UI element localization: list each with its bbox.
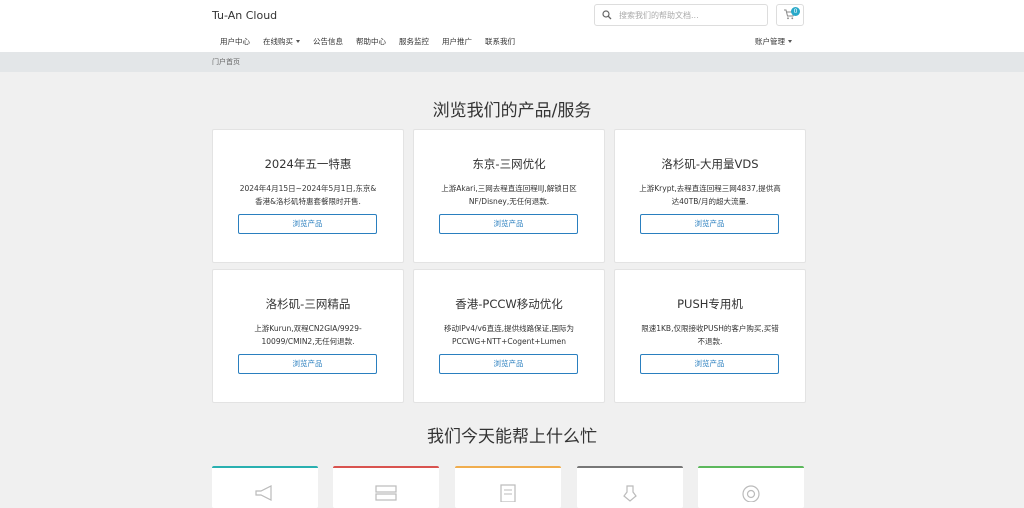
- browse-product-button[interactable]: 浏览产品: [238, 214, 377, 234]
- help-card-account[interactable]: [577, 466, 683, 508]
- help-card-docs[interactable]: [455, 466, 561, 508]
- product-title: 洛杉矶-三网精品: [265, 297, 351, 311]
- nav-label: 用户推广: [442, 37, 472, 46]
- help-card-support[interactable]: [698, 466, 804, 508]
- server-icon: [375, 485, 397, 501]
- help-section-title: 我们今天能帮上什么忙: [427, 427, 597, 447]
- breadcrumb[interactable]: 门户首页: [212, 57, 240, 67]
- search-input[interactable]: [617, 7, 765, 23]
- product-title: 洛杉矶-大用量VDS: [661, 157, 759, 171]
- nav-user-center[interactable]: 用户中心: [220, 36, 250, 47]
- nav-label: 服务监控: [399, 37, 429, 46]
- account-label: 账户管理: [755, 37, 785, 46]
- nav-help-center[interactable]: 帮助中心: [356, 36, 386, 47]
- nav-label: 帮助中心: [356, 37, 386, 46]
- help-card-announcements[interactable]: [212, 466, 318, 508]
- user-tie-icon: [623, 485, 637, 502]
- product-description: 上游Akari,三网去程直连回程IIJ,解锁日区NF/Disney,无任何退款.: [441, 184, 577, 206]
- nav-label: 在线购买: [263, 37, 293, 46]
- browse-product-button[interactable]: 浏览产品: [439, 214, 578, 234]
- cart-button[interactable]: 0: [776, 4, 804, 26]
- product-card: 东京-三网优化 上游Akari,三网去程直连回程IIJ,解锁日区NF/Disne…: [413, 129, 605, 263]
- nav-label: 公告信息: [313, 37, 343, 46]
- nav-contact-us[interactable]: 联系我们: [485, 36, 515, 47]
- cart-count-badge: 0: [791, 7, 800, 16]
- products-section-title: 浏览我们的产品/服务: [432, 101, 592, 121]
- main-nav: 用户中心 在线购买 公告信息 帮助中心 服务监控 用户推广 联系我们: [220, 36, 528, 47]
- brand-logo[interactable]: Tu-An Cloud: [212, 9, 277, 22]
- top-header: Tu-An Cloud 0 用户中心 在线购买 公告信息 帮助中心 服务监控 用…: [0, 0, 1024, 52]
- product-description: 上游Krypt,去程直连回程三网4837,提供高达40TB/月的超大流量.: [639, 184, 781, 206]
- product-title: PUSH专用机: [677, 297, 743, 311]
- product-description: 2024年4月15日~2024年5月1日,东京&香港&洛杉矶特惠套餐限时开售.: [239, 184, 377, 206]
- product-card: 香港-PCCW移动优化 移动IPv4/v6直连,提供线路保证,国际为PCCWG+…: [413, 269, 605, 403]
- nav-label: 联系我们: [485, 37, 515, 46]
- breadcrumb-bar: 门户首页: [0, 52, 1024, 72]
- account-menu[interactable]: 账户管理: [755, 36, 792, 47]
- product-card: PUSH专用机 限速1KB,仅限接收PUSH的客户购买,买错不退款. 浏览产品: [614, 269, 806, 403]
- browse-product-button[interactable]: 浏览产品: [439, 354, 578, 374]
- nav-label: 用户中心: [220, 37, 250, 46]
- product-description: 移动IPv4/v6直连,提供线路保证,国际为PCCWG+NTT+Cogent+L…: [444, 324, 574, 346]
- caret-down-icon: [788, 40, 792, 43]
- browse-product-button[interactable]: 浏览产品: [238, 354, 377, 374]
- lifebuoy-icon: [742, 485, 760, 502]
- nav-affiliates[interactable]: 用户推广: [442, 36, 472, 47]
- search-icon: [602, 10, 612, 20]
- megaphone-icon: [255, 485, 272, 501]
- product-title: 东京-三网优化: [472, 157, 546, 171]
- product-description: 限速1KB,仅限接收PUSH的客户购买,买错不退款.: [641, 324, 779, 346]
- document-icon: [500, 484, 516, 502]
- product-card: 2024年五一特惠 2024年4月15日~2024年5月1日,东京&香港&洛杉矶…: [212, 129, 404, 263]
- product-description: 上游Kurun,双程CN2GIA/9929-10099/CMIN2,无任何退款.: [254, 324, 362, 346]
- product-title: 香港-PCCW移动优化: [455, 297, 563, 311]
- browse-product-button[interactable]: 浏览产品: [640, 214, 779, 234]
- nav-service-monitor[interactable]: 服务监控: [399, 36, 429, 47]
- product-card: 洛杉矶-大用量VDS 上游Krypt,去程直连回程三网4837,提供高达40TB…: [614, 129, 806, 263]
- caret-down-icon: [296, 40, 300, 43]
- product-title: 2024年五一特惠: [264, 157, 352, 171]
- browse-product-button[interactable]: 浏览产品: [640, 354, 779, 374]
- help-card-server[interactable]: [333, 466, 439, 508]
- product-card: 洛杉矶-三网精品 上游Kurun,双程CN2GIA/9929-10099/CMI…: [212, 269, 404, 403]
- search-box: [594, 4, 768, 26]
- nav-announcements[interactable]: 公告信息: [313, 36, 343, 47]
- nav-buy-online[interactable]: 在线购买: [263, 36, 300, 47]
